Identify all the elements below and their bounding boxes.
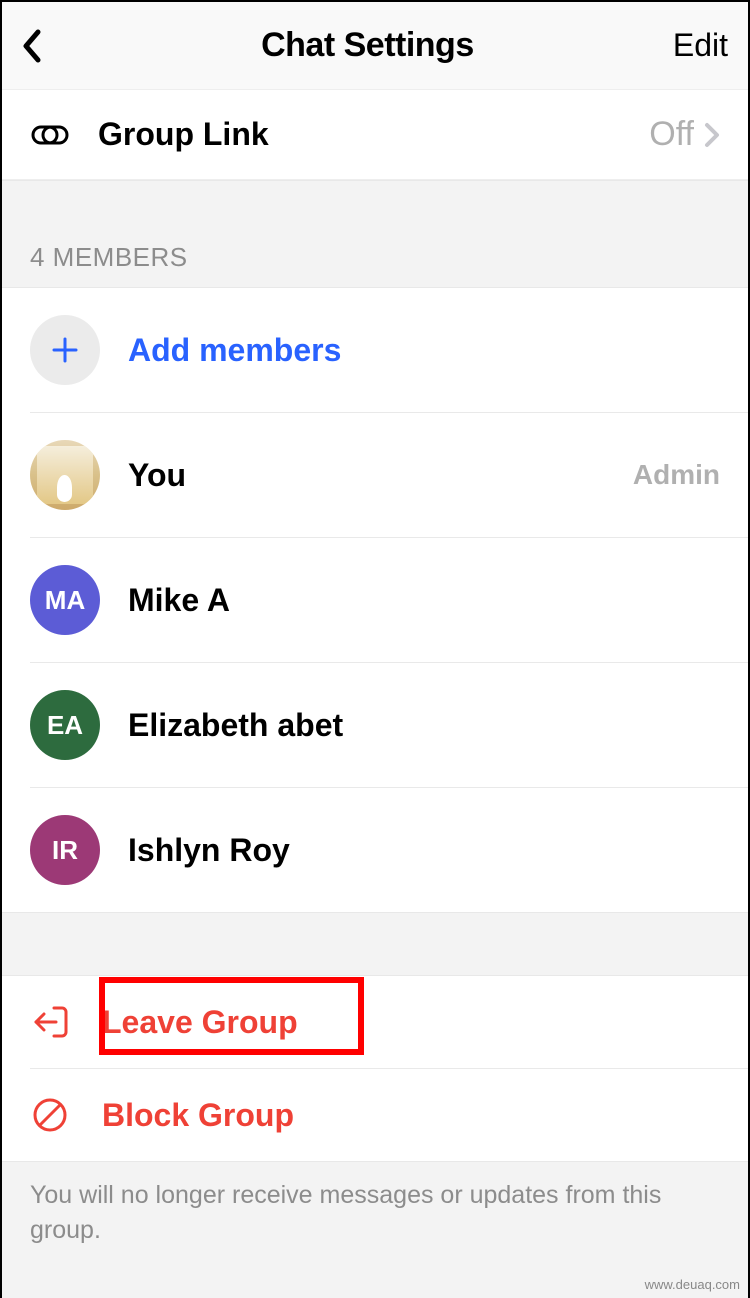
footer-section: You will no longer receive messages or u…	[2, 1161, 748, 1298]
block-group-label: Block Group	[102, 1097, 294, 1134]
leave-group-label: Leave Group	[102, 1004, 298, 1041]
footer-note-text: You will no longer receive messages or u…	[30, 1178, 720, 1248]
avatar: EA	[30, 690, 100, 760]
add-members-label: Add members	[128, 332, 720, 369]
edit-button[interactable]: Edit	[673, 27, 728, 64]
members-count-label: 4 MEMBERS	[30, 242, 188, 273]
member-name: You	[128, 457, 633, 494]
group-link-value: Off	[649, 115, 694, 154]
member-name: Mike A	[128, 582, 720, 619]
page-title: Chat Settings	[261, 26, 474, 65]
chevron-left-icon	[22, 29, 42, 63]
leave-group-row[interactable]: Leave Group	[2, 976, 748, 1068]
avatar	[30, 440, 100, 510]
group-link-label: Group Link	[98, 116, 649, 153]
back-button[interactable]	[22, 29, 62, 63]
member-name: Ishlyn Roy	[128, 832, 720, 869]
header-bar: Chat Settings Edit	[2, 2, 748, 90]
member-row[interactable]: EA Elizabeth abet	[2, 663, 748, 787]
link-icon	[30, 123, 70, 147]
member-row[interactable]: MA Mike A	[2, 538, 748, 662]
chevron-right-icon	[704, 122, 720, 148]
members-list: Add members You Admin MA Mike A EA Eliza…	[2, 288, 748, 912]
leave-icon	[30, 1002, 74, 1042]
group-link-row[interactable]: Group Link Off	[2, 90, 748, 180]
avatar: IR	[30, 815, 100, 885]
member-role: Admin	[633, 459, 720, 491]
block-group-row[interactable]: Block Group	[2, 1069, 748, 1161]
member-name: Elizabeth abet	[128, 707, 720, 744]
avatar: MA	[30, 565, 100, 635]
member-row[interactable]: You Admin	[2, 413, 748, 537]
members-section-header: 4 MEMBERS	[2, 180, 748, 288]
block-icon	[30, 1095, 74, 1135]
section-separator	[2, 912, 748, 976]
watermark: www.deuaq.com	[645, 1277, 740, 1292]
member-row[interactable]: IR Ishlyn Roy	[2, 788, 748, 912]
add-members-row[interactable]: Add members	[2, 288, 748, 412]
plus-icon	[30, 315, 100, 385]
